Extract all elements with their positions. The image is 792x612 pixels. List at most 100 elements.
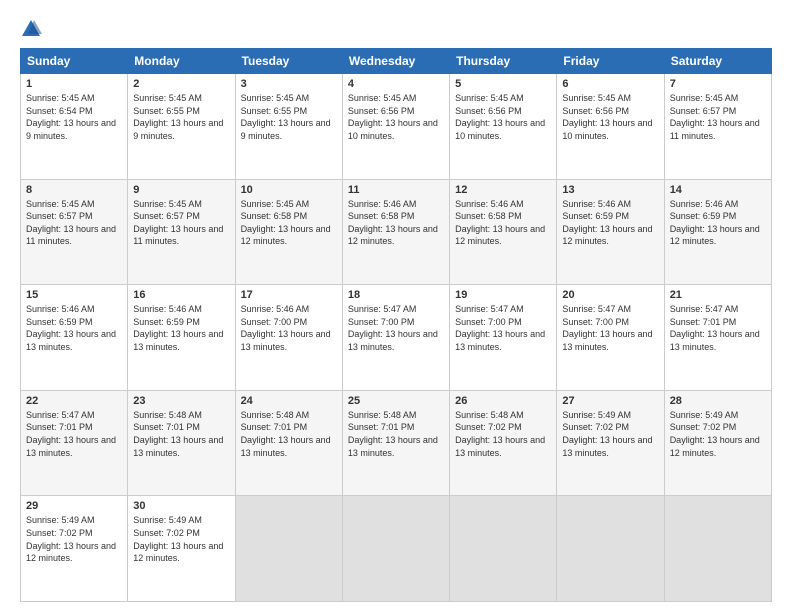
calendar-cell: 14 Sunrise: 5:46 AMSunset: 6:59 PMDayligh… [664,179,771,285]
logo [20,18,44,40]
calendar-cell: 19Sunrise: 5:47 AMSunset: 7:00 PMDayligh… [450,285,557,391]
header-row [20,18,772,40]
day-info: Sunrise: 5:46 AMSunset: 7:00 PMDaylight:… [241,303,337,353]
calendar-header-wednesday: Wednesday [342,49,449,74]
day-info: Sunrise: 5:46 AMSunset: 6:58 PMDaylight:… [348,198,444,248]
day-info: Sunrise: 5:46 AMSunset: 6:59 PMDaylight:… [26,303,122,353]
calendar-cell: 26 Sunrise: 5:48 AMSunset: 7:02 PMDayligh… [450,390,557,496]
calendar-cell: 23Sunrise: 5:48 AMSunset: 7:01 PMDayligh… [128,390,235,496]
day-info: Sunrise: 5:47 AMSunset: 7:01 PMDaylight:… [26,409,122,459]
calendar-cell: 13 Sunrise: 5:46 AMSunset: 6:59 PMDayligh… [557,179,664,285]
day-info: Sunrise: 5:46 AMSunset: 6:59 PMDaylight:… [670,198,766,248]
day-info: Sunrise: 5:48 AMSunset: 7:01 PMDaylight:… [133,409,229,459]
day-number: 24 [241,395,337,407]
calendar-cell [664,496,771,602]
day-number: 28 [670,395,766,407]
day-number: 5 [455,78,551,90]
day-number: 15 [26,289,122,301]
calendar-cell [557,496,664,602]
calendar-cell: 27 Sunrise: 5:49 AMSunset: 7:02 PMDayligh… [557,390,664,496]
calendar-header-saturday: Saturday [664,49,771,74]
calendar-cell: 1 Sunrise: 5:45 AMSunset: 6:54 PMDaylight… [21,74,128,180]
calendar-cell: 4 Sunrise: 5:45 AMSunset: 6:56 PMDaylight… [342,74,449,180]
day-info: Sunrise: 5:46 AMSunset: 6:59 PMDaylight:… [562,198,658,248]
day-number: 18 [348,289,444,301]
day-number: 8 [26,184,122,196]
calendar-cell: 15 Sunrise: 5:46 AMSunset: 6:59 PMDayligh… [21,285,128,391]
day-info: Sunrise: 5:46 AMSunset: 6:58 PMDaylight:… [455,198,551,248]
calendar-cell: 9Sunrise: 5:45 AMSunset: 6:57 PMDaylight… [128,179,235,285]
calendar-cell: 24 Sunrise: 5:48 AMSunset: 7:01 PMDayligh… [235,390,342,496]
calendar-cell: 30 Sunrise: 5:49 AMSunset: 7:02 PMDayligh… [128,496,235,602]
calendar-cell: 3 Sunrise: 5:45 AMSunset: 6:55 PMDaylight… [235,74,342,180]
calendar-cell: 25Sunrise: 5:48 AMSunset: 7:01 PMDayligh… [342,390,449,496]
day-info: Sunrise: 5:49 AMSunset: 7:02 PMDaylight:… [562,409,658,459]
day-info: Sunrise: 5:47 AMSunset: 7:00 PMDaylight:… [348,303,444,353]
calendar-cell: 7Sunrise: 5:45 AMSunset: 6:57 PMDaylight… [664,74,771,180]
day-info: Sunrise: 5:45 AMSunset: 6:57 PMDaylight:… [26,198,122,248]
calendar-week-1: 8 Sunrise: 5:45 AMSunset: 6:57 PMDaylight… [21,179,772,285]
calendar-cell: 21 Sunrise: 5:47 AMSunset: 7:01 PMDayligh… [664,285,771,391]
day-info: Sunrise: 5:45 AMSunset: 6:55 PMDaylight:… [133,92,229,142]
day-info: Sunrise: 5:46 AMSunset: 6:59 PMDaylight:… [133,303,229,353]
day-number: 12 [455,184,551,196]
day-info: Sunrise: 5:45 AMSunset: 6:56 PMDaylight:… [562,92,658,142]
day-info: Sunrise: 5:48 AMSunset: 7:02 PMDaylight:… [455,409,551,459]
calendar-cell: 28 Sunrise: 5:49 AMSunset: 7:02 PMDayligh… [664,390,771,496]
calendar-cell: 8 Sunrise: 5:45 AMSunset: 6:57 PMDaylight… [21,179,128,285]
day-info: Sunrise: 5:48 AMSunset: 7:01 PMDaylight:… [241,409,337,459]
logo-icon [20,18,42,40]
calendar-header-friday: Friday [557,49,664,74]
day-info: Sunrise: 5:45 AMSunset: 6:56 PMDaylight:… [455,92,551,142]
day-number: 21 [670,289,766,301]
calendar-cell: 12 Sunrise: 5:46 AMSunset: 6:58 PMDayligh… [450,179,557,285]
day-number: 30 [133,500,229,512]
calendar-cell: 11 Sunrise: 5:46 AMSunset: 6:58 PMDayligh… [342,179,449,285]
day-number: 3 [241,78,337,90]
day-number: 4 [348,78,444,90]
day-info: Sunrise: 5:47 AMSunset: 7:00 PMDaylight:… [455,303,551,353]
day-info: Sunrise: 5:47 AMSunset: 7:01 PMDaylight:… [670,303,766,353]
day-number: 1 [26,78,122,90]
calendar-week-4: 29 Sunrise: 5:49 AMSunset: 7:02 PMDayligh… [21,496,772,602]
calendar-cell: 16 Sunrise: 5:46 AMSunset: 6:59 PMDayligh… [128,285,235,391]
day-number: 7 [670,78,766,90]
calendar-cell [450,496,557,602]
day-info: Sunrise: 5:45 AMSunset: 6:55 PMDaylight:… [241,92,337,142]
day-number: 20 [562,289,658,301]
page: SundayMondayTuesdayWednesdayThursdayFrid… [0,0,792,612]
day-number: 26 [455,395,551,407]
day-info: Sunrise: 5:45 AMSunset: 6:58 PMDaylight:… [241,198,337,248]
day-number: 17 [241,289,337,301]
day-number: 6 [562,78,658,90]
day-info: Sunrise: 5:49 AMSunset: 7:02 PMDaylight:… [670,409,766,459]
calendar-header-row: SundayMondayTuesdayWednesdayThursdayFrid… [21,49,772,74]
day-number: 27 [562,395,658,407]
calendar-cell: 2 Sunrise: 5:45 AMSunset: 6:55 PMDaylight… [128,74,235,180]
day-number: 10 [241,184,337,196]
calendar-cell: 17 Sunrise: 5:46 AMSunset: 7:00 PMDayligh… [235,285,342,391]
day-number: 11 [348,184,444,196]
calendar-header-thursday: Thursday [450,49,557,74]
day-info: Sunrise: 5:49 AMSunset: 7:02 PMDaylight:… [133,514,229,564]
day-number: 29 [26,500,122,512]
day-number: 16 [133,289,229,301]
calendar-body: 1 Sunrise: 5:45 AMSunset: 6:54 PMDaylight… [21,74,772,602]
calendar-cell: 29Sunrise: 5:49 AMSunset: 7:02 PMDayligh… [21,496,128,602]
calendar-week-0: 1 Sunrise: 5:45 AMSunset: 6:54 PMDaylight… [21,74,772,180]
calendar-header-monday: Monday [128,49,235,74]
day-info: Sunrise: 5:47 AMSunset: 7:00 PMDaylight:… [562,303,658,353]
calendar-header-sunday: Sunday [21,49,128,74]
day-number: 13 [562,184,658,196]
calendar-cell: 22Sunrise: 5:47 AMSunset: 7:01 PMDayligh… [21,390,128,496]
day-number: 14 [670,184,766,196]
day-number: 2 [133,78,229,90]
calendar-cell: 20 Sunrise: 5:47 AMSunset: 7:00 PMDayligh… [557,285,664,391]
day-info: Sunrise: 5:45 AMSunset: 6:57 PMDaylight:… [133,198,229,248]
day-info: Sunrise: 5:45 AMSunset: 6:54 PMDaylight:… [26,92,122,142]
calendar-cell [342,496,449,602]
day-info: Sunrise: 5:45 AMSunset: 6:56 PMDaylight:… [348,92,444,142]
calendar-cell: 10 Sunrise: 5:45 AMSunset: 6:58 PMDayligh… [235,179,342,285]
calendar-cell: 18 Sunrise: 5:47 AMSunset: 7:00 PMDayligh… [342,285,449,391]
calendar-cell: 6 Sunrise: 5:45 AMSunset: 6:56 PMDaylight… [557,74,664,180]
